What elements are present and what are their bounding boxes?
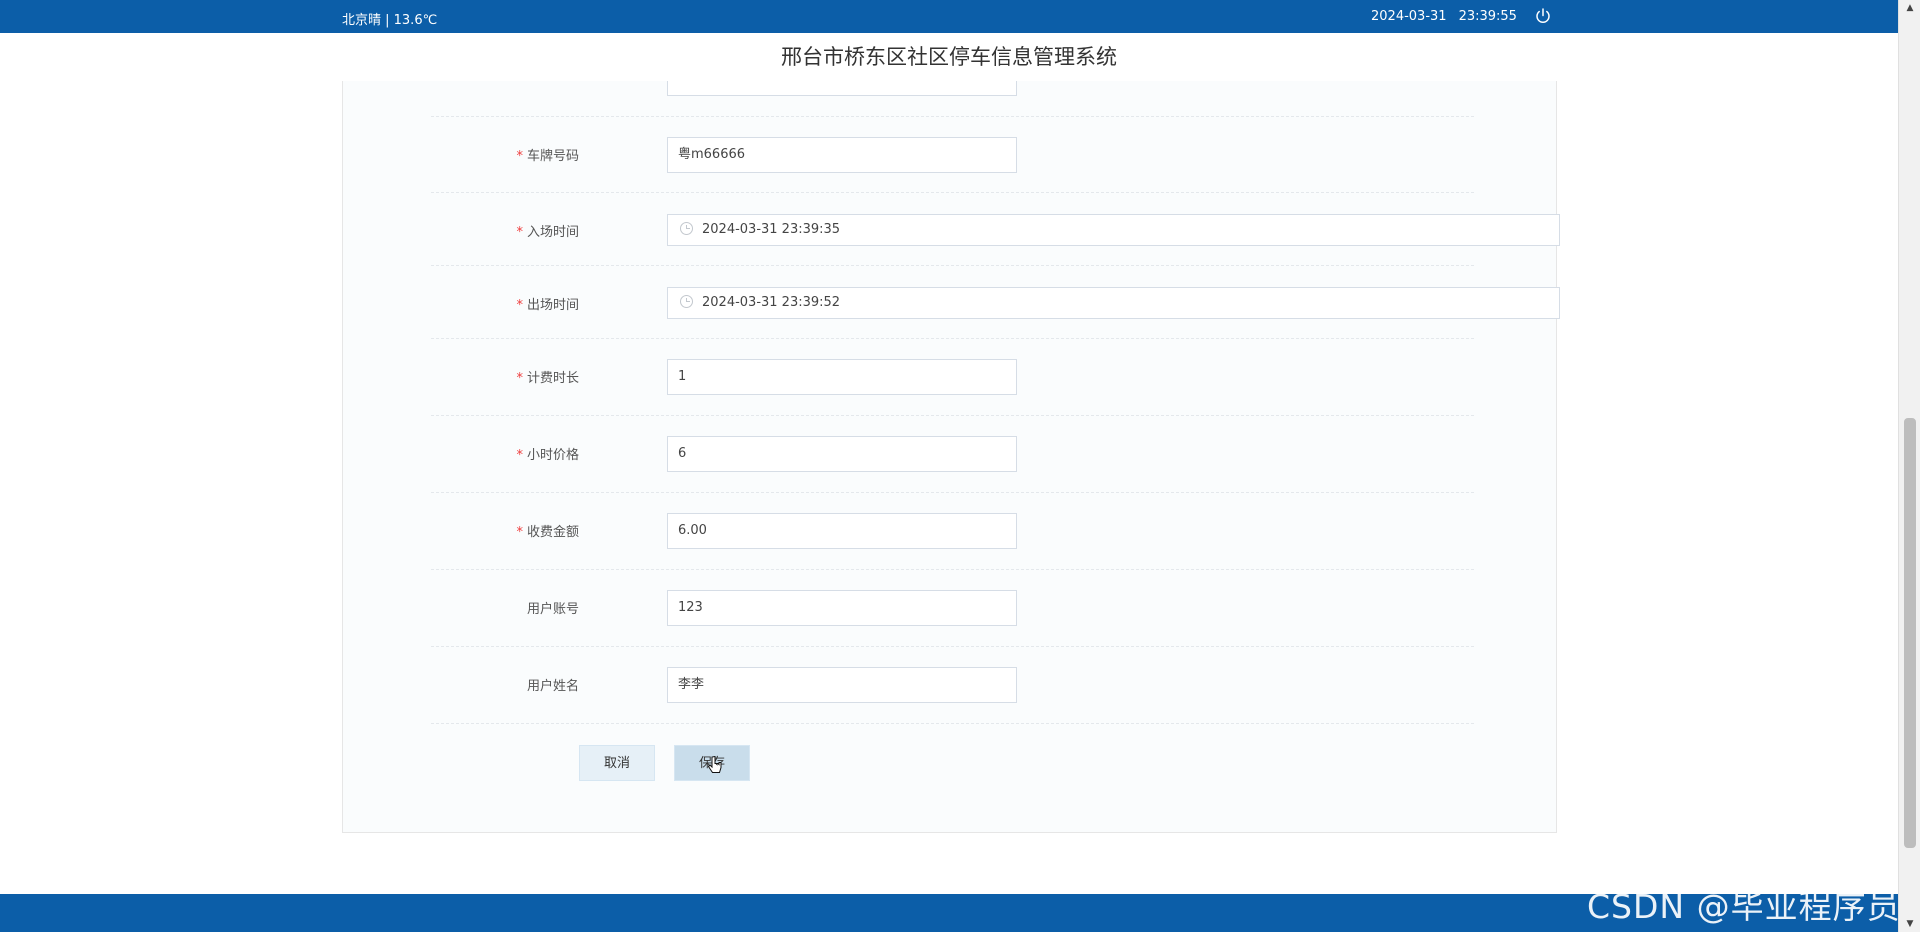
edit-form-panel: * 车牌号码 粤m66666 * 入场时间 2024-03-31 23:39:35 … <box>342 62 1560 833</box>
required-mark: * <box>516 525 523 540</box>
form-row-amount: * 收费金额 6.00 <box>431 493 1474 570</box>
clock-display: 2024-03-31 23:39:55 <box>1371 9 1517 24</box>
clock-icon <box>680 295 693 308</box>
form-row-entry-time: * 入场时间 2024-03-31 23:39:35 <box>431 193 1560 266</box>
required-mark: * <box>516 371 523 386</box>
user-name-label: 用户姓名 <box>526 679 579 694</box>
hand-cursor-icon <box>708 756 722 773</box>
required-mark: * <box>516 225 523 240</box>
exit-time-label: * 出场时间 <box>516 298 579 313</box>
hourly-price-label: * 小时价格 <box>516 448 579 463</box>
amount-input[interactable]: 6.00 <box>667 513 1017 549</box>
user-account-label: 用户账号 <box>526 602 579 617</box>
form-row-user-account: 用户账号 123 <box>431 570 1474 647</box>
plate-input[interactable]: 粤m66666 <box>667 137 1017 173</box>
top-status-bar: 北京晴 | 13.6℃ 2024-03-31 23:39:55 <box>0 0 1898 33</box>
form-row-exit-time: * 出场时间 2024-03-31 23:39:52 <box>431 266 1560 339</box>
current-date: 2024-03-31 <box>1371 9 1447 24</box>
duration-label: * 计费时长 <box>516 371 579 386</box>
user-account-input[interactable]: 123 <box>667 590 1017 626</box>
watermark-text: CSDN @毕业程序员 <box>1587 887 1901 926</box>
duration-input[interactable]: 1 <box>667 359 1017 395</box>
form-row-hourly-price: * 小时价格 6 <box>431 416 1474 493</box>
clock-icon <box>680 222 693 235</box>
form-row-user-name: 用户姓名 李李 <box>431 647 1474 724</box>
power-icon[interactable] <box>1534 7 1552 25</box>
required-mark: * <box>516 448 523 463</box>
scrollbar-thumb[interactable] <box>1904 418 1916 848</box>
required-mark: * <box>516 298 523 313</box>
current-time: 23:39:55 <box>1458 9 1517 24</box>
user-name-input[interactable]: 李李 <box>667 667 1017 703</box>
entry-time-label: * 入场时间 <box>516 225 579 240</box>
entry-time-value: 2024-03-31 23:39:35 <box>702 222 841 237</box>
weather-info: 北京晴 | 13.6℃ <box>342 13 438 28</box>
entry-time-picker[interactable]: 2024-03-31 23:39:35 <box>667 214 1560 246</box>
exit-time-value: 2024-03-31 23:39:52 <box>702 295 841 310</box>
form-row-plate: * 车牌号码 粤m66666 <box>431 117 1474 193</box>
scroll-down-arrow-icon[interactable]: ▼ <box>1899 916 1920 932</box>
amount-label: * 收费金额 <box>516 525 579 540</box>
cancel-button[interactable]: 取消 <box>579 745 655 781</box>
plate-label: * 车牌号码 <box>516 149 579 164</box>
hourly-price-input[interactable]: 6 <box>667 436 1017 472</box>
required-mark: * <box>516 149 523 164</box>
app-title: 邢台市桥东区社区停车信息管理系统 <box>0 33 1898 81</box>
vertical-scrollbar[interactable]: ▲ ▼ <box>1898 0 1920 932</box>
exit-time-picker[interactable]: 2024-03-31 23:39:52 <box>667 287 1560 319</box>
form-row-duration: * 计费时长 1 <box>431 339 1474 416</box>
scroll-up-arrow-icon[interactable]: ▲ <box>1899 0 1920 16</box>
